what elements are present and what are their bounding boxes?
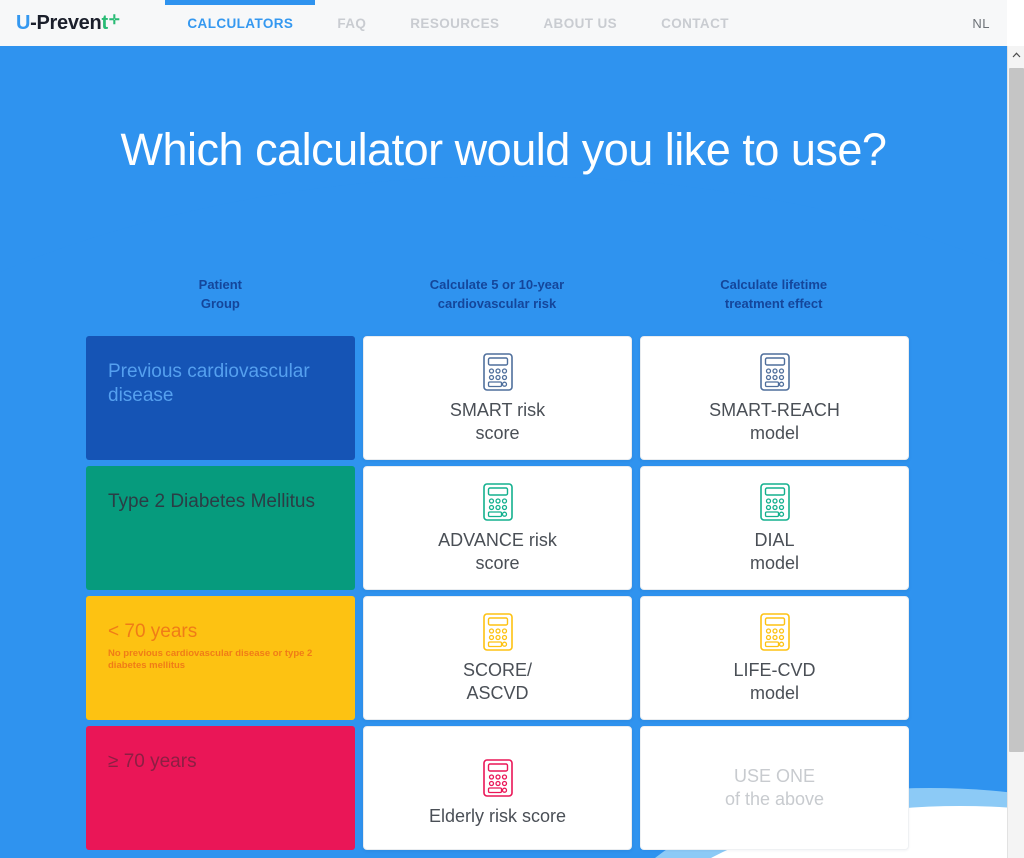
logo-text-preven: -Preven xyxy=(30,11,102,34)
nav-label: ABOUT US xyxy=(543,15,618,31)
calculator-icon xyxy=(759,483,790,523)
column-header-patient-group: Patient Group xyxy=(86,275,355,313)
calculator-row: Previous cardiovascular disease SMART ri… xyxy=(86,336,912,460)
calculator-card-smart-risk-score[interactable]: SMART risk score xyxy=(363,336,632,460)
site-logo[interactable]: U -Preven t ✛ xyxy=(16,11,120,35)
nav-item-about-us[interactable]: ABOUT US xyxy=(521,0,639,46)
column-header-line2: treatment effect xyxy=(724,296,823,311)
calculator-icon xyxy=(759,353,790,393)
nav-item-calculators[interactable]: CALCULATORS xyxy=(165,0,316,46)
calculator-label: SCORE/ ASCVD xyxy=(462,660,532,703)
site-header: U -Preven t ✛ CALCULATORS FAQ RESOURCES ABO… xyxy=(0,0,1007,46)
calculator-row: ≥ 70 years Elderly risk score USE ONE of… xyxy=(86,726,912,850)
calculator-icon xyxy=(482,758,513,799)
patient-group-previous-cvd[interactable]: Previous cardiovascular disease xyxy=(86,336,355,460)
calculator-label: LIFE-CVD model xyxy=(733,660,816,703)
page-root: U -Preven t ✛ CALCULATORS FAQ RESOURCES ABO… xyxy=(0,0,1024,858)
calculator-card-advance-risk-score[interactable]: ADVANCE risk score xyxy=(363,466,632,590)
patient-group-subtitle: No previous cardiovascular disease or ty… xyxy=(108,648,313,671)
calculator-label: Elderly risk score xyxy=(428,805,567,826)
patient-group-over-70[interactable]: ≥ 70 years xyxy=(86,726,355,850)
column-header-line1: Calculate lifetime xyxy=(720,277,828,292)
nav-item-contact[interactable]: CONTACT xyxy=(639,0,751,46)
calculator-label: USE ONE of the above xyxy=(724,766,825,809)
calculator-card-smart-reach-model[interactable]: SMART-REACH model xyxy=(640,336,909,460)
vertical-scrollbar[interactable] xyxy=(1007,46,1024,858)
calculator-icon xyxy=(482,353,513,393)
patient-group-under-70[interactable]: < 70 years No previous cardiovascular di… xyxy=(86,596,355,720)
calculator-icon xyxy=(482,613,513,653)
main-nav: CALCULATORS FAQ RESOURCES ABOUT US CONTA… xyxy=(165,0,750,46)
calculator-label: ADVANCE risk score xyxy=(438,530,557,573)
patient-group-title: ≥ 70 years xyxy=(108,751,197,772)
column-header-lifetime: Calculate lifetime treatment effect xyxy=(639,275,908,313)
calculator-icon xyxy=(759,613,790,653)
calculator-label: SMART-REACH model xyxy=(709,400,840,443)
patient-group-title: Type 2 Diabetes Mellitus xyxy=(108,491,315,512)
calculator-label: SMART risk score xyxy=(449,400,546,443)
column-header-line1: Patient xyxy=(198,277,242,292)
calculator-grid: Previous cardiovascular disease SMART ri… xyxy=(86,336,912,856)
calculator-label: DIAL model xyxy=(749,530,800,573)
calculator-card-dial-model[interactable]: DIAL model xyxy=(640,466,909,590)
nav-label: CONTACT xyxy=(661,15,729,31)
calculator-row: Type 2 Diabetes Mellitus ADVANCE risk sc… xyxy=(86,466,912,590)
calculator-card-elderly-risk-score[interactable]: Elderly risk score xyxy=(363,726,632,850)
page-stage: Which calculator would you like to use? … xyxy=(0,46,1007,858)
column-header-line1: Calculate 5 or 10-year xyxy=(429,277,565,292)
logo-letter-t: t xyxy=(101,11,108,34)
nav-label: CALCULATORS xyxy=(187,15,294,31)
column-header-risk: Calculate 5 or 10-year cardiovascular ri… xyxy=(363,275,632,313)
page-title: Which calculator would you like to use? xyxy=(120,124,887,175)
scroll-up-button[interactable] xyxy=(1008,46,1024,63)
logo-letter-u: U xyxy=(16,11,31,34)
column-header-line2: cardiovascular risk xyxy=(437,296,557,311)
language-switcher[interactable]: NL xyxy=(972,16,990,31)
patient-group-title: Previous cardiovascular disease xyxy=(108,361,310,406)
nav-label: RESOURCES xyxy=(410,15,500,31)
nav-item-resources[interactable]: RESOURCES xyxy=(388,0,521,46)
nav-label: FAQ xyxy=(337,15,367,31)
chevron-up-icon xyxy=(1012,51,1021,57)
column-headers: Patient Group Calculate 5 or 10-year car… xyxy=(86,275,908,313)
scrollbar-thumb[interactable] xyxy=(1009,68,1024,752)
patient-group-type-2-diabetes[interactable]: Type 2 Diabetes Mellitus xyxy=(86,466,355,590)
calculator-row: < 70 years No previous cardiovascular di… xyxy=(86,596,912,720)
calculator-card-use-one-of-the-above: USE ONE of the above xyxy=(640,726,909,850)
calculator-icon xyxy=(482,483,513,523)
calculator-card-score-ascvd[interactable]: SCORE/ ASCVD xyxy=(363,596,632,720)
column-header-line2: Group xyxy=(200,296,240,311)
nav-item-faq[interactable]: FAQ xyxy=(315,0,388,46)
page-content: Which calculator would you like to use? … xyxy=(0,46,1007,858)
patient-group-title: < 70 years xyxy=(108,621,198,642)
calculator-card-life-cvd-model[interactable]: LIFE-CVD model xyxy=(640,596,909,720)
logo-cross-icon: ✛ xyxy=(108,11,120,27)
